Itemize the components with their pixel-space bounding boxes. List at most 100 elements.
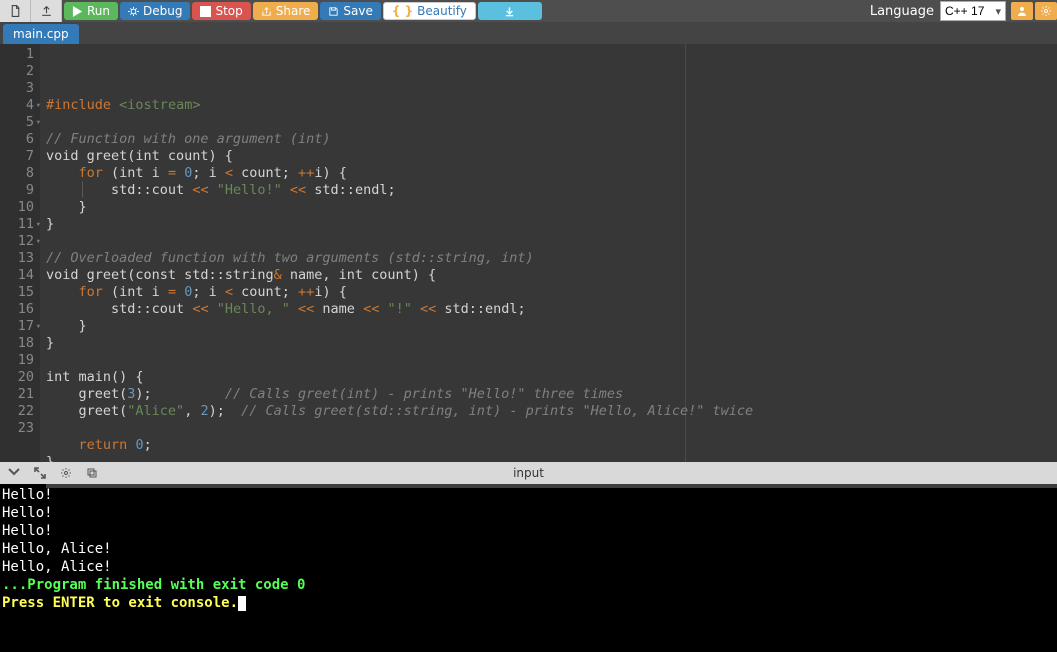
code-line[interactable] <box>46 114 1057 131</box>
debug-button[interactable]: Debug <box>120 2 190 20</box>
code-line[interactable]: return 0; <box>46 437 1057 454</box>
upload-button[interactable] <box>31 0 62 22</box>
tab-label: main.cpp <box>13 27 69 41</box>
code-line[interactable]: // Function with one argument (int) <box>46 131 1057 148</box>
terminal-status-line: ...Program finished with exit code 0 <box>2 576 1055 594</box>
file-icon <box>9 4 22 18</box>
download-icon <box>504 6 515 17</box>
code-line[interactable]: } <box>46 318 1057 335</box>
tab-main-cpp[interactable]: main.cpp <box>3 24 79 44</box>
line-number: 5 <box>4 114 34 131</box>
stop-icon <box>200 6 211 17</box>
terminal-output-line: Hello! <box>2 486 1055 504</box>
terminal-output-line: Hello, Alice! <box>2 558 1055 576</box>
save-label: Save <box>343 4 372 18</box>
copy-icon <box>86 467 98 479</box>
line-number: 8 <box>4 165 34 182</box>
io-divider[interactable]: input <box>0 462 1057 484</box>
line-number: 23 <box>4 420 34 437</box>
line-number: 10 <box>4 199 34 216</box>
code-line[interactable]: std::cout << "Hello, " << name << "!" <<… <box>46 301 1057 318</box>
run-button[interactable]: Run <box>64 2 118 20</box>
code-line[interactable] <box>46 420 1057 437</box>
share-icon <box>261 6 272 17</box>
code-line[interactable] <box>46 233 1057 250</box>
collapse-console-button[interactable] <box>8 467 20 479</box>
new-file-button[interactable] <box>0 0 31 22</box>
language-select-wrap: C++ 17 <box>940 0 1009 22</box>
io-toolbar <box>0 467 98 479</box>
code-line[interactable]: greet("Alice", 2); // Calls greet(std::s… <box>46 403 1057 420</box>
save-button[interactable]: Save <box>320 2 380 20</box>
line-number: 1 <box>4 46 34 63</box>
code-line[interactable]: greet(3); // Calls greet(int) - prints "… <box>46 386 1057 403</box>
code-line[interactable] <box>46 352 1057 369</box>
share-label: Share <box>276 4 311 18</box>
output-terminal[interactable]: Hello!Hello!Hello!Hello, Alice!Hello, Al… <box>0 484 1057 652</box>
bug-icon <box>128 6 139 17</box>
line-number-gutter: 1234567891011121314151617181920212223 <box>0 44 40 462</box>
braces-icon: { } <box>392 4 413 18</box>
line-number: 2 <box>4 63 34 80</box>
code-line[interactable]: } <box>46 216 1057 233</box>
gear-icon <box>60 467 72 479</box>
gear-icon <box>1040 5 1052 17</box>
line-number: 13 <box>4 250 34 267</box>
run-label: Run <box>87 4 110 18</box>
toolbar-spacer <box>542 0 870 22</box>
code-line[interactable]: for (int i = 0; i < count; ++i) { <box>46 284 1057 301</box>
debug-label: Debug <box>143 4 182 18</box>
terminal-output-line: Hello! <box>2 504 1055 522</box>
language-select[interactable]: C++ 17 <box>940 1 1006 21</box>
console-settings-button[interactable] <box>60 467 72 479</box>
line-number: 19 <box>4 352 34 369</box>
user-icon <box>1016 5 1028 17</box>
stop-button[interactable]: Stop <box>192 2 250 20</box>
copy-output-button[interactable] <box>86 467 98 479</box>
language-label: Language <box>870 0 940 22</box>
code-line[interactable]: int main() { <box>46 369 1057 386</box>
user-button[interactable] <box>1011 2 1033 20</box>
chevron-down-icon <box>8 467 20 477</box>
share-button[interactable]: Share <box>253 2 319 20</box>
code-line[interactable]: void greet(int count) { <box>46 148 1057 165</box>
upload-icon <box>40 4 53 18</box>
code-line[interactable]: for (int i = 0; i < count; ++i) { <box>46 165 1057 182</box>
beautify-label: Beautify <box>417 4 467 18</box>
code-line[interactable]: void greet(const std::string& name, int … <box>46 267 1057 284</box>
code-line[interactable]: │ std::cout << "Hello!" << std::endl; <box>46 182 1057 199</box>
input-label: input <box>513 466 544 480</box>
line-number: 22 <box>4 403 34 420</box>
line-number: 4 <box>4 97 34 114</box>
code-editor[interactable]: 1234567891011121314151617181920212223 #i… <box>0 44 1057 462</box>
tab-bar: main.cpp <box>0 22 1057 44</box>
settings-button[interactable] <box>1035 2 1057 20</box>
line-number: 16 <box>4 301 34 318</box>
line-number: 20 <box>4 369 34 386</box>
code-line[interactable]: } <box>46 199 1057 216</box>
line-number: 9 <box>4 182 34 199</box>
expand-icon <box>34 467 46 479</box>
top-toolbar: Run Debug Stop Share Save { } Beautify L… <box>0 0 1057 22</box>
beautify-button[interactable]: { } Beautify <box>383 2 476 20</box>
line-number: 17 <box>4 318 34 335</box>
code-line[interactable]: } <box>46 335 1057 352</box>
line-number: 7 <box>4 148 34 165</box>
terminal-cursor <box>238 596 246 611</box>
code-line[interactable]: #include <iostream> <box>46 97 1057 114</box>
line-number: 6 <box>4 131 34 148</box>
save-icon <box>328 6 339 17</box>
line-number: 14 <box>4 267 34 284</box>
stop-label: Stop <box>215 4 242 18</box>
line-number: 21 <box>4 386 34 403</box>
play-icon <box>72 6 83 17</box>
code-line[interactable]: // Overloaded function with two argument… <box>46 250 1057 267</box>
line-number: 11 <box>4 216 34 233</box>
download-button[interactable] <box>478 2 542 20</box>
code-area[interactable]: #include <iostream> // Function with one … <box>40 44 1057 462</box>
terminal-output-line: Hello! <box>2 522 1055 540</box>
terminal-prompt-text: Press ENTER to exit console. <box>2 595 238 611</box>
expand-console-button[interactable] <box>34 467 46 479</box>
terminal-prompt-line: Press ENTER to exit console. <box>2 594 1055 612</box>
line-number: 3 <box>4 80 34 97</box>
